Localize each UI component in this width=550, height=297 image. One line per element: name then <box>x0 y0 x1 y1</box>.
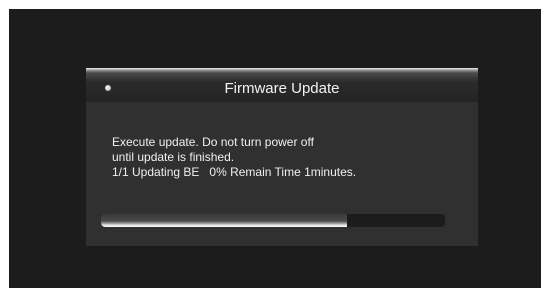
message-line-3: 1/1 Updating BE 0% Remain Time 1minutes. <box>112 165 357 179</box>
update-message: Execute update. Do not turn power off un… <box>112 135 356 180</box>
dialog-titlebar: Firmware Update <box>86 68 478 102</box>
firmware-update-dialog: Firmware Update Execute update. Do not t… <box>86 68 478 246</box>
message-line-1: Execute update. Do not turn power off <box>112 135 314 149</box>
message-line-2: until update is finished. <box>112 150 235 164</box>
update-progress-fill <box>101 214 347 227</box>
tv-screen: Firmware Update Execute update. Do not t… <box>9 9 541 288</box>
dialog-title: Firmware Update <box>224 80 340 97</box>
update-progress-bar <box>101 214 445 227</box>
